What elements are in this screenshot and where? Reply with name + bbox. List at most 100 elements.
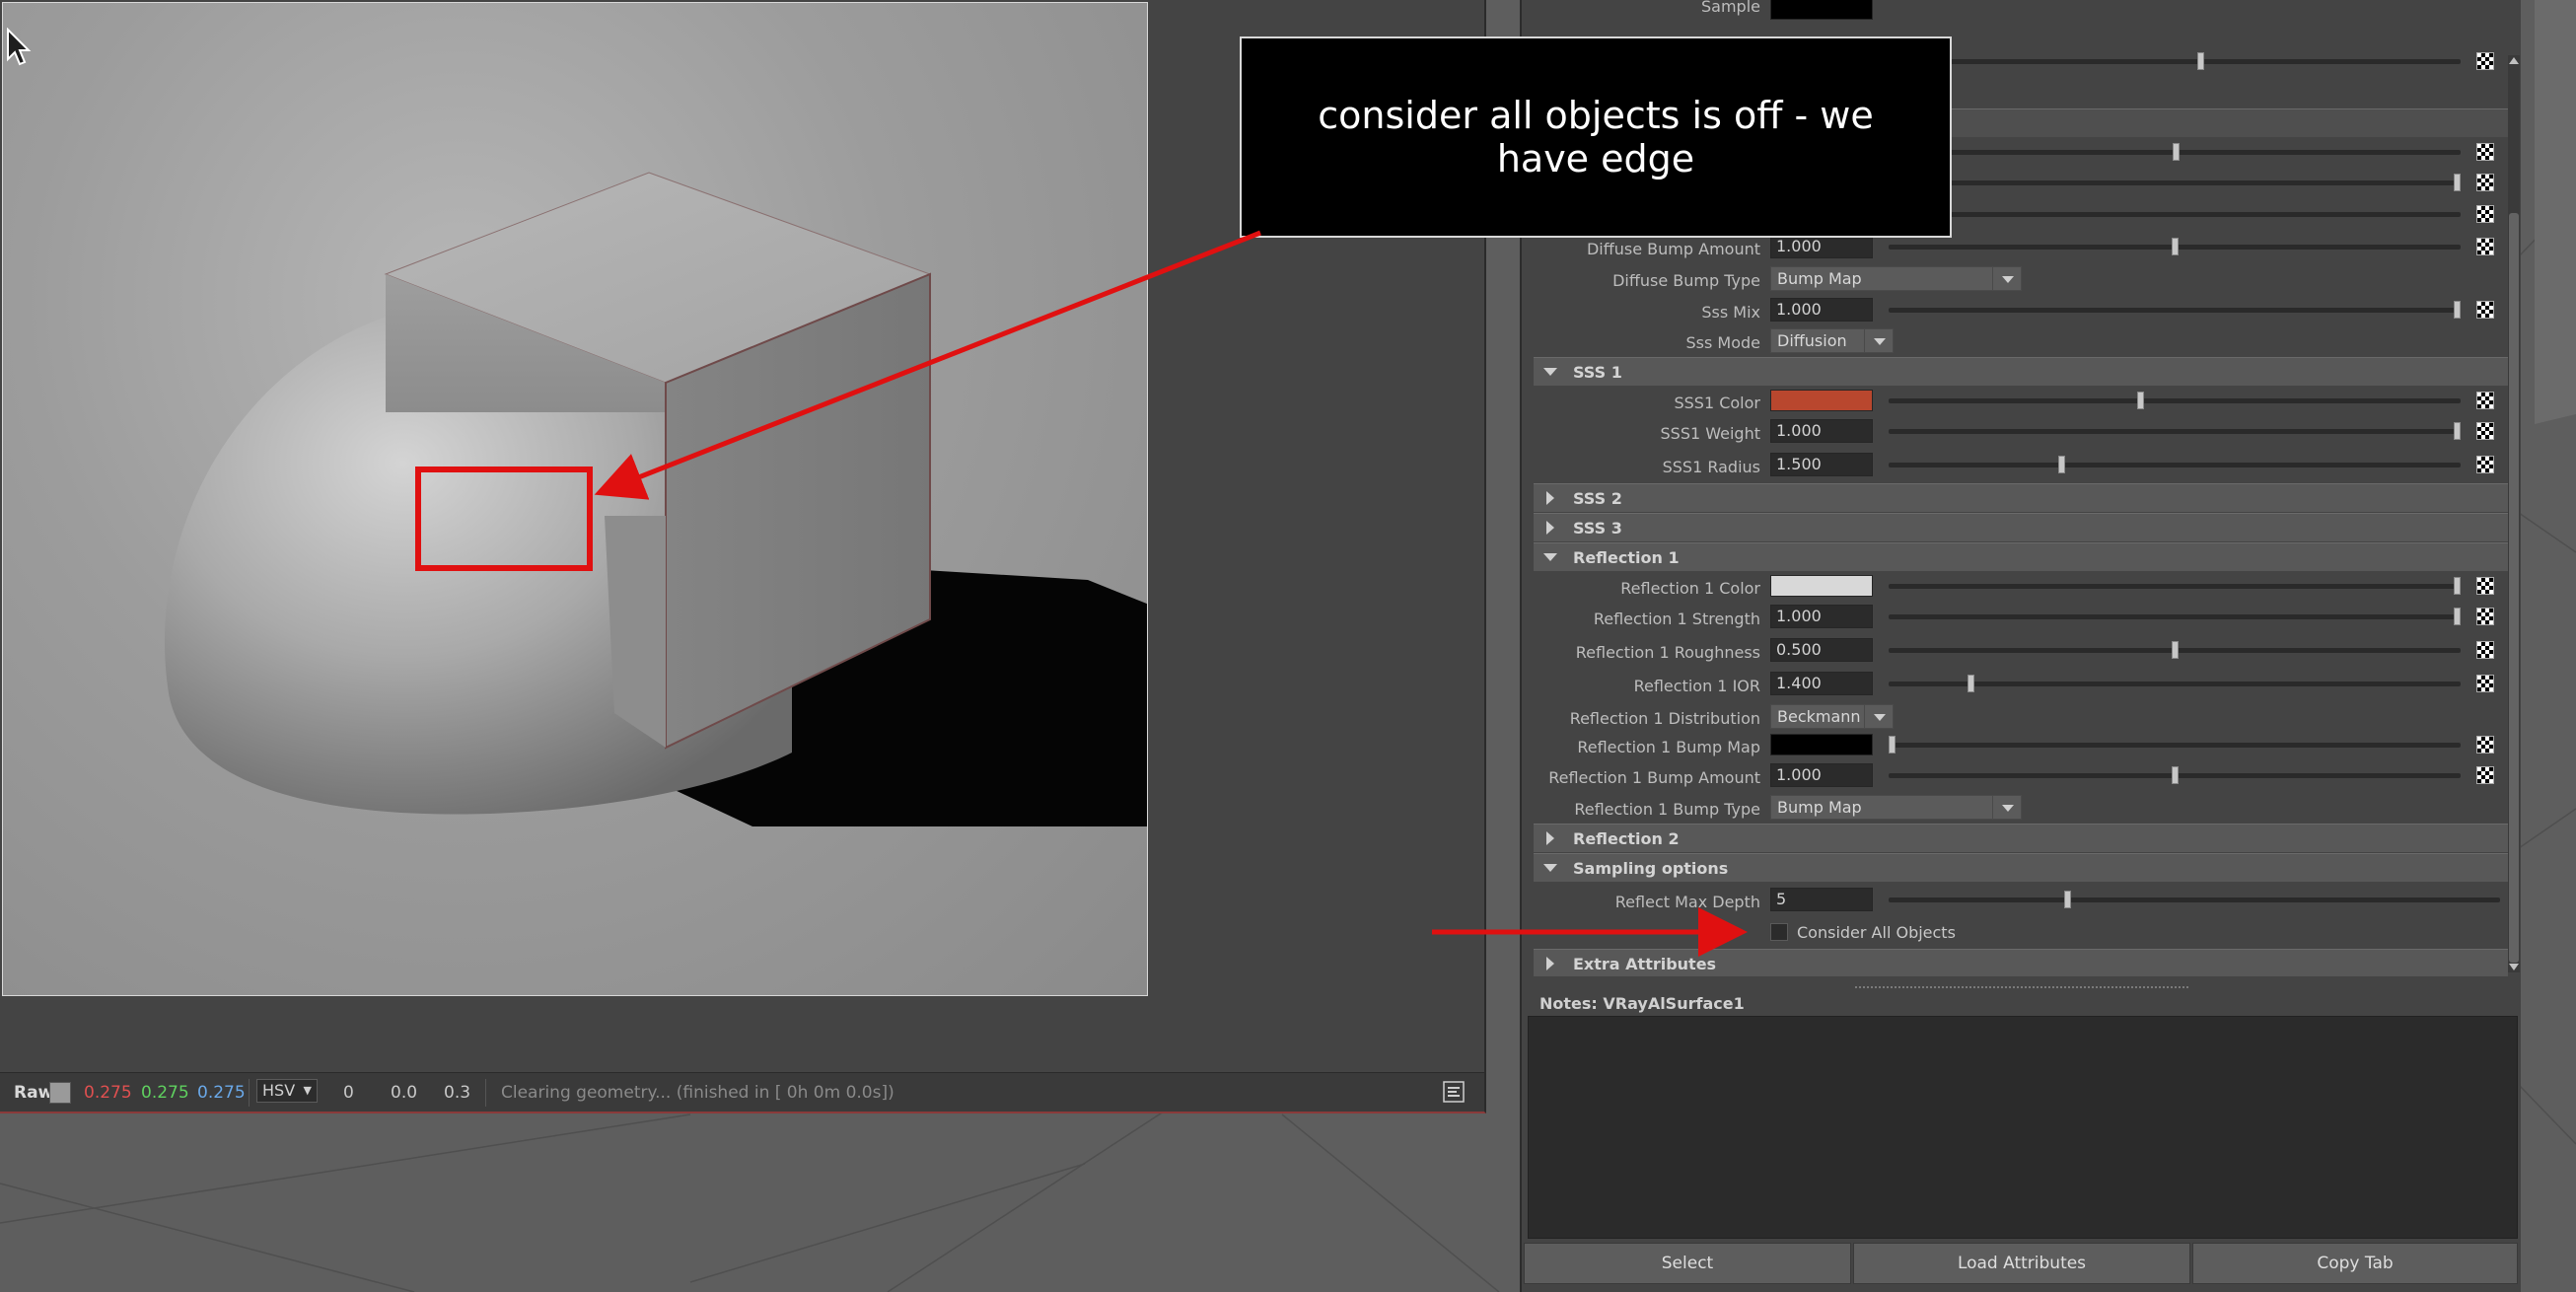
diffuse-bump-type-dropdown[interactable]: Bump Map	[1770, 266, 2022, 291]
reflection1-bump-map-slider[interactable]	[1889, 736, 2461, 754]
map-button-icon[interactable]	[2476, 641, 2494, 659]
map-button-icon[interactable]	[2476, 52, 2494, 70]
attr-slider[interactable]	[1889, 174, 2461, 191]
attr-label: Reflection 1 Color	[1620, 579, 1760, 598]
slider-thumb[interactable]	[2172, 238, 2179, 255]
slider-thumb[interactable]	[1968, 675, 1974, 692]
diffuse-bump-amount-field[interactable]: 1.000	[1770, 235, 1873, 258]
reflection1-strength-field[interactable]: 1.000	[1770, 605, 1873, 628]
sss1-weight-slider[interactable]	[1889, 422, 2461, 440]
slider-thumb[interactable]	[2173, 143, 2180, 161]
attr-color-field[interactable]	[1770, 0, 1873, 20]
section-sss1[interactable]: SSS 1	[1534, 357, 2508, 386]
map-button-icon[interactable]	[2476, 301, 2494, 319]
render-status-bar: Raw 0.275 0.275 0.275 HSV ▼ 0 0.0 0.3 Cle…	[0, 1072, 1484, 1112]
attr-label: Reflection 1 Bump Map	[1577, 738, 1760, 756]
section-reflection2[interactable]: Reflection 2	[1534, 824, 2508, 852]
attribute-editor-scrollbar[interactable]	[2508, 55, 2520, 972]
copy-tab-button[interactable]: Copy Tab	[2192, 1243, 2518, 1284]
chevron-down-icon	[1864, 329, 1893, 352]
attr-row-sss-mode: Sss Mode Diffusion	[1534, 326, 2508, 356]
reflect-max-depth-slider[interactable]	[1889, 891, 2500, 908]
reflection1-ior-slider[interactable]	[1889, 675, 2461, 692]
slider-thumb[interactable]	[2137, 392, 2144, 409]
reflection1-bump-map-swatch[interactable]	[1770, 734, 1873, 755]
slider-thumb[interactable]	[2172, 766, 2179, 784]
sss1-color-slider[interactable]	[1889, 392, 2461, 409]
notes-textarea[interactable]	[1528, 1016, 2518, 1239]
map-button-icon[interactable]	[2476, 675, 2494, 692]
sss-mix-slider[interactable]	[1889, 301, 2461, 319]
consider-all-objects-checkbox[interactable]	[1770, 923, 1788, 941]
scroll-down-icon[interactable]	[2509, 964, 2519, 970]
sss1-radius-slider[interactable]	[1889, 456, 2461, 473]
slider-thumb[interactable]	[2454, 301, 2461, 319]
map-button-icon[interactable]	[2476, 422, 2494, 440]
reflection1-roughness-field[interactable]: 0.500	[1770, 638, 1873, 662]
color-space-select[interactable]: HSV ▼	[256, 1079, 318, 1103]
sss1-radius-field[interactable]: 1.500	[1770, 453, 1873, 476]
slider-thumb[interactable]	[2172, 641, 2179, 659]
section-sampling-options[interactable]: Sampling options	[1534, 853, 2508, 882]
attr-label: Sample	[1701, 0, 1760, 16]
divider	[249, 1079, 250, 1107]
section-sss2[interactable]: SSS 2	[1534, 483, 2508, 512]
attr-slider[interactable]	[1889, 212, 2461, 217]
reflection1-bump-amount-slider[interactable]	[1889, 766, 2461, 784]
reflection1-color-slider[interactable]	[1889, 577, 2461, 595]
map-button-icon[interactable]	[2476, 205, 2494, 223]
section-extra-attributes[interactable]: Extra Attributes	[1534, 949, 2508, 976]
select-button[interactable]: Select	[1524, 1243, 1851, 1284]
sss1-color-swatch[interactable]	[1770, 390, 1873, 411]
notes-resize-handle[interactable]	[1855, 986, 2188, 988]
map-button-icon[interactable]	[2476, 456, 2494, 473]
map-button-icon[interactable]	[2476, 766, 2494, 784]
reflection1-bump-type-dropdown[interactable]: Bump Map	[1770, 795, 2022, 820]
scrollbar-thumb[interactable]	[2509, 213, 2519, 963]
slider-thumb[interactable]	[2058, 456, 2065, 473]
map-button-icon[interactable]	[2476, 143, 2494, 161]
sss-mix-field[interactable]: 1.000	[1770, 298, 1873, 322]
section-reflection1[interactable]: Reflection 1	[1534, 542, 2508, 571]
map-button-icon[interactable]	[2476, 238, 2494, 255]
map-button-icon[interactable]	[2476, 577, 2494, 595]
reflection1-bump-amount-field[interactable]: 1.000	[1770, 763, 1873, 787]
expand-triangle-icon	[1543, 368, 1557, 376]
attr-label: Reflection 1 Bump Type	[1574, 800, 1760, 819]
scroll-up-icon[interactable]	[2509, 57, 2519, 64]
consider-all-objects-label[interactable]: Consider All Objects	[1797, 923, 1956, 942]
slider-thumb[interactable]	[2454, 577, 2461, 595]
display-mode-label[interactable]: Raw	[14, 1083, 53, 1103]
map-button-icon[interactable]	[2476, 392, 2494, 409]
expand-triangle-icon	[1543, 864, 1557, 872]
reflect-max-depth-field[interactable]: 5	[1770, 888, 1873, 911]
sss-mode-dropdown[interactable]: Diffusion	[1770, 328, 1894, 353]
reflection1-ior-field[interactable]: 1.400	[1770, 672, 1873, 695]
slider-thumb[interactable]	[2454, 422, 2461, 440]
reflection1-color-swatch[interactable]	[1770, 575, 1873, 597]
slider-thumb[interactable]	[1889, 736, 1896, 754]
slider-thumb[interactable]	[2454, 608, 2461, 625]
load-attributes-button[interactable]: Load Attributes	[1853, 1243, 2190, 1284]
attr-slider[interactable]	[1889, 52, 2461, 70]
map-button-icon[interactable]	[2476, 608, 2494, 625]
saturation-value: 0.0	[391, 1083, 418, 1103]
slider-thumb[interactable]	[2064, 891, 2071, 908]
slider-thumb[interactable]	[2197, 52, 2204, 70]
section-label: SSS 1	[1573, 363, 1622, 382]
reflection1-distribution-dropdown[interactable]: Beckmann	[1770, 704, 1894, 729]
attr-label: SSS1 Weight	[1660, 424, 1760, 443]
attr-slider[interactable]	[1889, 143, 2461, 161]
reflection1-roughness-slider[interactable]	[1889, 641, 2461, 659]
map-button-icon[interactable]	[2476, 736, 2494, 754]
render-status-message: Clearing geometry... (finished in [ 0h 0…	[501, 1083, 894, 1103]
diffuse-bump-amount-slider[interactable]	[1889, 238, 2461, 255]
attr-label: Reflection 1 Bump Amount	[1548, 768, 1760, 787]
map-button-icon[interactable]	[2476, 174, 2494, 191]
reflection1-strength-slider[interactable]	[1889, 608, 2461, 625]
sss1-weight-field[interactable]: 1.000	[1770, 419, 1873, 443]
panel-toggle-icon[interactable]	[1443, 1081, 1465, 1103]
section-sss3[interactable]: SSS 3	[1534, 513, 2508, 541]
slider-thumb[interactable]	[2454, 174, 2461, 191]
green-value: 0.275	[141, 1083, 189, 1103]
